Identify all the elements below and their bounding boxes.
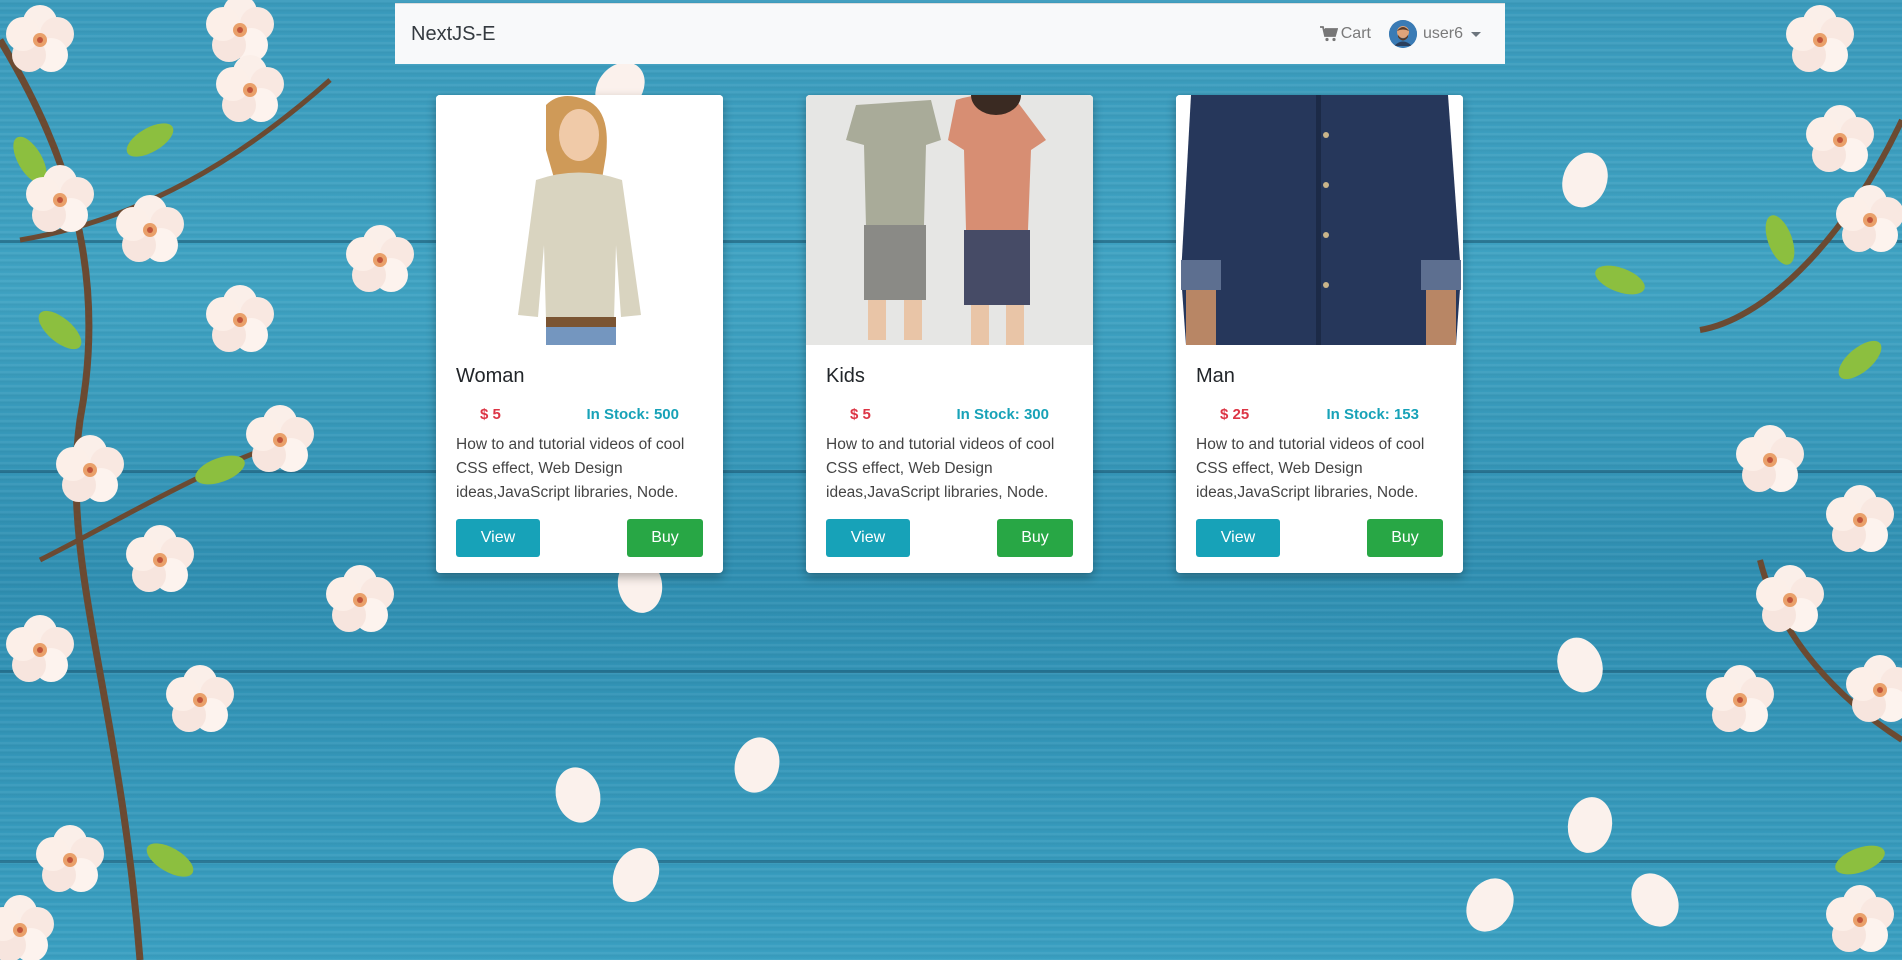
product-price: $ 25: [1220, 406, 1250, 423]
product-card-man: Man $ 25 In Stock: 153 How to and tutori…: [1176, 95, 1463, 573]
navbar: NextJS-E Cart user6: [395, 3, 1505, 64]
cart-label: Cart: [1340, 25, 1371, 42]
card-body: Woman $ 5 In Stock: 500 How to and tutor…: [436, 345, 723, 557]
product-card-woman: Woman $ 5 In Stock: 500 How to and tutor…: [436, 95, 723, 573]
avatar-icon: [1388, 20, 1417, 48]
buy-button[interactable]: Buy: [627, 519, 703, 557]
card-body: Man $ 25 In Stock: 153 How to and tutori…: [1176, 345, 1463, 557]
plank-seam: [0, 670, 1902, 673]
product-card-kids: Kids $ 5 In Stock: 300 How to and tutori…: [806, 95, 1093, 573]
kids-clothes-image: [806, 95, 1093, 345]
price-stock-row: $ 5 In Stock: 500: [456, 406, 703, 423]
product-title: Man: [1196, 365, 1235, 387]
cart-icon: [1319, 26, 1338, 42]
buy-button[interactable]: Buy: [1367, 519, 1443, 557]
card-body: Kids $ 5 In Stock: 300 How to and tutori…: [806, 345, 1093, 557]
user-label: user6: [1422, 25, 1463, 42]
view-button[interactable]: View: [826, 519, 910, 557]
card-actions: View Buy: [456, 519, 703, 557]
plank-seam: [0, 860, 1902, 863]
product-price: $ 5: [850, 406, 871, 423]
price-stock-row: $ 5 In Stock: 300: [826, 406, 1073, 423]
product-image-woman: [436, 95, 723, 345]
product-price: $ 5: [480, 406, 501, 423]
product-description: How to and tutorial videos of cool CSS e…: [456, 436, 685, 501]
cart-link[interactable]: Cart: [1319, 25, 1371, 43]
nav-right: Cart user6: [1319, 20, 1489, 48]
product-description: How to and tutorial videos of cool CSS e…: [826, 436, 1055, 501]
user-avatar: [1388, 20, 1417, 48]
product-stock: In Stock: 500: [586, 406, 679, 423]
man-shirt-image: [1176, 95, 1463, 345]
view-button[interactable]: View: [1196, 519, 1280, 557]
card-actions: View Buy: [1196, 519, 1443, 557]
view-button[interactable]: View: [456, 519, 540, 557]
product-image-man: [1176, 95, 1463, 345]
product-stock: In Stock: 153: [1326, 406, 1419, 423]
product-title: Woman: [456, 365, 525, 387]
product-stock: In Stock: 300: [956, 406, 1049, 423]
card-actions: View Buy: [826, 519, 1073, 557]
product-title: Kids: [826, 365, 865, 387]
product-image-kids: [806, 95, 1093, 345]
product-description: How to and tutorial videos of cool CSS e…: [1196, 436, 1425, 501]
user-dropdown[interactable]: user6: [1388, 20, 1481, 48]
price-stock-row: $ 25 In Stock: 153: [1196, 406, 1443, 423]
dropdown-caret-icon: [1471, 31, 1481, 37]
brand-link[interactable]: NextJS-E: [411, 23, 495, 46]
woman-sweater-image: [436, 95, 723, 345]
buy-button[interactable]: Buy: [997, 519, 1073, 557]
